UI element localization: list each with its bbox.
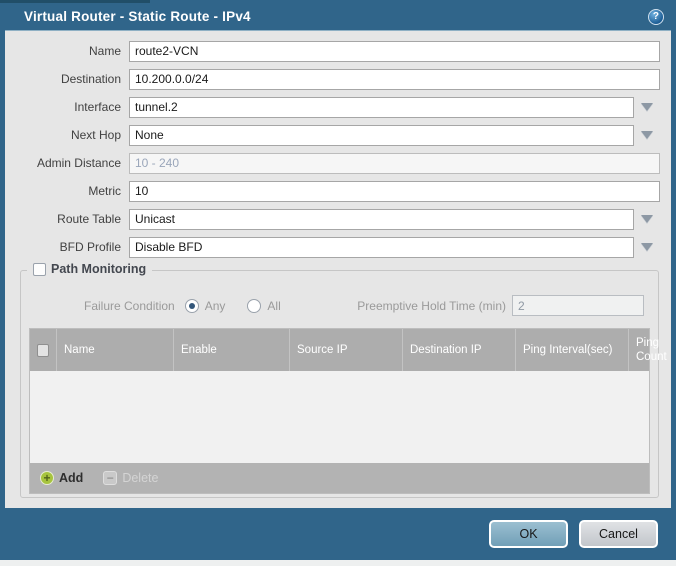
delete-minus-icon: − <box>103 471 117 485</box>
add-button[interactable]: + Add <box>40 471 83 485</box>
interface-dropdown-button[interactable] <box>634 97 660 118</box>
next-hop-dropdown-button[interactable] <box>634 125 660 146</box>
dialog-title: Virtual Router - Static Route - IPv4 <box>24 9 648 24</box>
dialog-footer: OK Cancel <box>0 508 676 560</box>
bfd-profile-dropdown <box>129 237 660 258</box>
name-label: Name <box>5 44 129 58</box>
delete-button[interactable]: − Delete <box>103 471 158 485</box>
column-header-name[interactable]: Name <box>57 329 174 371</box>
form-row-interface: Interface <box>5 96 671 118</box>
failure-condition-row: Failure Condition Any All Preemptive Hol… <box>29 295 650 316</box>
chevron-down-icon <box>641 131 653 139</box>
select-all-checkbox[interactable] <box>37 344 49 357</box>
radio-all-icon[interactable] <box>247 299 261 313</box>
ok-button[interactable]: OK <box>489 520 568 548</box>
bfd-profile-input[interactable] <box>129 237 634 258</box>
path-monitoring-section: Path Monitoring Failure Condition Any Al… <box>20 270 659 498</box>
table-toolbar: + Add − Delete <box>30 463 649 493</box>
column-header-source-ip[interactable]: Source IP <box>290 329 403 371</box>
static-route-form: Name Destination Interface Next Hop <box>5 31 671 258</box>
form-row-metric: Metric <box>5 180 671 202</box>
admin-distance-label: Admin Distance <box>5 156 129 170</box>
chevron-down-icon <box>641 215 653 223</box>
interface-input[interactable] <box>129 97 634 118</box>
interface-dropdown <box>129 97 660 118</box>
metric-input[interactable] <box>129 181 660 202</box>
radio-option-any[interactable]: Any <box>185 299 226 313</box>
bfd-profile-dropdown-button[interactable] <box>634 237 660 258</box>
preemptive-hold-time-input[interactable] <box>512 295 644 316</box>
column-header-enable[interactable]: Enable <box>174 329 290 371</box>
failure-condition-label: Failure Condition <box>84 299 175 313</box>
radio-option-all[interactable]: All <box>247 299 280 313</box>
dialog-content: Name Destination Interface Next Hop <box>5 30 671 508</box>
path-monitoring-table: Name Enable Source IP Destination IP Pin… <box>29 328 650 494</box>
form-row-bfd-profile: BFD Profile <box>5 236 671 258</box>
column-header-ping-interval[interactable]: Ping Interval(sec) <box>516 329 629 371</box>
path-monitoring-label: Path Monitoring <box>51 262 146 276</box>
route-table-dropdown-button[interactable] <box>634 209 660 230</box>
form-row-name: Name <box>5 40 671 62</box>
cancel-button[interactable]: Cancel <box>579 520 658 548</box>
path-monitoring-checkbox[interactable] <box>33 263 46 276</box>
next-hop-input[interactable] <box>129 125 634 146</box>
radio-any-label: Any <box>205 299 226 313</box>
help-icon[interactable]: ? <box>648 9 664 25</box>
route-table-input[interactable] <box>129 209 634 230</box>
preemptive-hold-time-label: Preemptive Hold Time (min) <box>357 299 506 313</box>
column-header-ping-count[interactable]: Ping Count <box>629 329 674 371</box>
destination-label: Destination <box>5 72 129 86</box>
dialog-titlebar: Virtual Router - Static Route - IPv4 ? <box>0 3 676 30</box>
form-row-admin-distance: Admin Distance <box>5 152 671 174</box>
chevron-down-icon <box>641 103 653 111</box>
route-table-label: Route Table <box>5 212 129 226</box>
radio-any-icon[interactable] <box>185 299 199 313</box>
delete-button-label: Delete <box>122 471 158 485</box>
failure-condition-radio-group: Any All <box>185 299 281 313</box>
route-table-dropdown <box>129 209 660 230</box>
table-body-empty <box>30 371 649 463</box>
bfd-profile-label: BFD Profile <box>5 240 129 254</box>
interface-label: Interface <box>5 100 129 114</box>
page-background-strip <box>0 560 676 566</box>
form-row-next-hop: Next Hop <box>5 124 671 146</box>
radio-all-label: All <box>267 299 280 313</box>
metric-label: Metric <box>5 184 129 198</box>
name-input[interactable] <box>129 41 660 62</box>
form-row-route-table: Route Table <box>5 208 671 230</box>
destination-input[interactable] <box>129 69 660 90</box>
dialog-window: Virtual Router - Static Route - IPv4 ? N… <box>0 0 676 560</box>
table-header-checkbox-cell <box>30 329 57 371</box>
path-monitoring-legend: Path Monitoring <box>27 262 152 276</box>
admin-distance-input[interactable] <box>129 153 660 174</box>
next-hop-dropdown <box>129 125 660 146</box>
table-header-row: Name Enable Source IP Destination IP Pin… <box>30 329 649 371</box>
column-header-destination-ip[interactable]: Destination IP <box>403 329 516 371</box>
add-button-label: Add <box>59 471 83 485</box>
form-row-destination: Destination <box>5 68 671 90</box>
next-hop-label: Next Hop <box>5 128 129 142</box>
add-plus-icon: + <box>40 471 54 485</box>
chevron-down-icon <box>641 243 653 251</box>
